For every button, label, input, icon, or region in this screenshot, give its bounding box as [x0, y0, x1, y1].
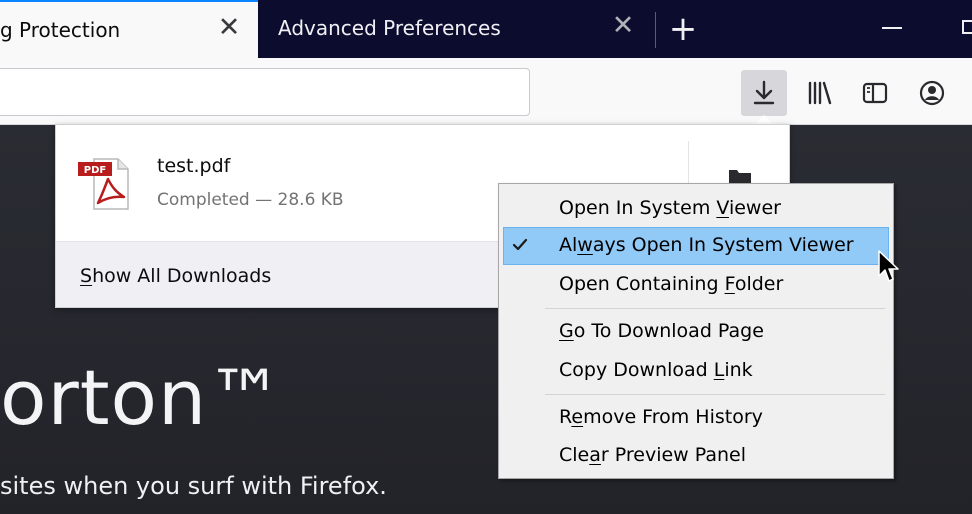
- menu-item-open-containing-folder[interactable]: Open Containing Folder: [503, 266, 889, 304]
- label-pre: Open Containing: [559, 273, 725, 295]
- nav-toolbar: [0, 58, 972, 125]
- access-key: G: [559, 320, 574, 342]
- url-bar[interactable]: [0, 68, 530, 116]
- label-post: ink: [724, 359, 753, 381]
- show-all-downloads-button[interactable]: Show All Downloads: [80, 265, 271, 287]
- menu-item-copy-download-link[interactable]: Copy Download Link: [503, 352, 889, 390]
- label-post: ays Open In System Viewer: [592, 234, 854, 256]
- download-status: Completed — 28.6 KB: [157, 190, 344, 210]
- mouse-cursor-icon: [878, 250, 899, 282]
- label-post: older: [734, 273, 784, 295]
- library-icon: [808, 81, 832, 105]
- access-key: F: [724, 273, 735, 295]
- access-key: e: [571, 406, 584, 428]
- menu-item-label: Clear Preview Panel: [559, 444, 746, 466]
- new-tab-button[interactable]: +: [668, 12, 698, 46]
- hero-title: orton™: [0, 353, 285, 442]
- menu-item-remove-from-history[interactable]: Remove From History: [503, 399, 889, 437]
- menu-item-label: Open In System Viewer: [559, 197, 781, 219]
- tab-advanced-preferences[interactable]: Advanced Preferences ✕: [262, 0, 652, 58]
- tab-strip: g Protection ✕ Advanced Preferences ✕ +: [0, 0, 972, 60]
- menu-item-always-open-in-system-viewer[interactable]: Always Open In System Viewer: [503, 227, 889, 265]
- menu-item-label: Go To Download Page: [559, 320, 764, 342]
- library-button[interactable]: [797, 70, 843, 116]
- access-key: L: [713, 359, 725, 381]
- account-button[interactable]: [909, 70, 955, 116]
- label-pre: Al: [559, 234, 578, 256]
- access-key: w: [577, 234, 593, 256]
- maximize-window-button[interactable]: [962, 20, 972, 34]
- menu-item-go-to-download-page[interactable]: Go To Download Page: [503, 313, 889, 351]
- access-key: V: [716, 197, 729, 219]
- menu-item-label: Open Containing Folder: [559, 273, 783, 295]
- label-pre: Cle: [559, 444, 590, 466]
- label-pre: Copy Download: [559, 359, 714, 381]
- sidebar-button[interactable]: [852, 70, 898, 116]
- tab-title: Advanced Preferences: [278, 16, 501, 40]
- tab-protection[interactable]: g Protection ✕: [0, 0, 258, 58]
- tab-separator: [655, 12, 656, 48]
- downloads-button[interactable]: [741, 70, 787, 116]
- label-post: how All Downloads: [92, 265, 272, 287]
- pdf-file-icon: PDF: [78, 158, 129, 210]
- menu-item-clear-preview-panel[interactable]: Clear Preview Panel: [503, 437, 889, 475]
- minimize-window-button[interactable]: [882, 27, 902, 29]
- close-tab-icon[interactable]: ✕: [608, 11, 638, 41]
- menu-separator: [545, 394, 885, 395]
- tab-title: g Protection: [0, 18, 121, 42]
- hero-subtitle: sites when you surf with Firefox.: [0, 472, 387, 500]
- svg-text:PDF: PDF: [84, 165, 106, 176]
- label-pre: Open In System: [559, 197, 717, 219]
- menu-separator: [545, 308, 885, 309]
- label-pre: R: [559, 406, 572, 428]
- close-tab-icon[interactable]: ✕: [214, 13, 244, 43]
- label-post: iewer: [728, 197, 781, 219]
- checkmark-icon: [512, 238, 528, 251]
- download-file-name: test.pdf: [157, 155, 231, 177]
- sidebar-icon: [862, 82, 888, 104]
- menu-item-label: Remove From History: [559, 406, 763, 428]
- label-post: r Preview Panel: [600, 444, 747, 466]
- download-icon: [753, 80, 775, 105]
- download-context-menu: Open In System Viewer Always Open In Sys…: [498, 183, 894, 479]
- access-key: a: [589, 444, 601, 466]
- account-icon: [919, 80, 945, 106]
- menu-item-open-in-system-viewer[interactable]: Open In System Viewer: [503, 190, 889, 228]
- menu-item-label: Always Open In System Viewer: [559, 234, 854, 256]
- access-key: S: [80, 265, 93, 287]
- label-post: o To Download Page: [573, 320, 764, 342]
- menu-item-label: Copy Download Link: [559, 359, 753, 381]
- label-post: move From History: [583, 406, 763, 428]
